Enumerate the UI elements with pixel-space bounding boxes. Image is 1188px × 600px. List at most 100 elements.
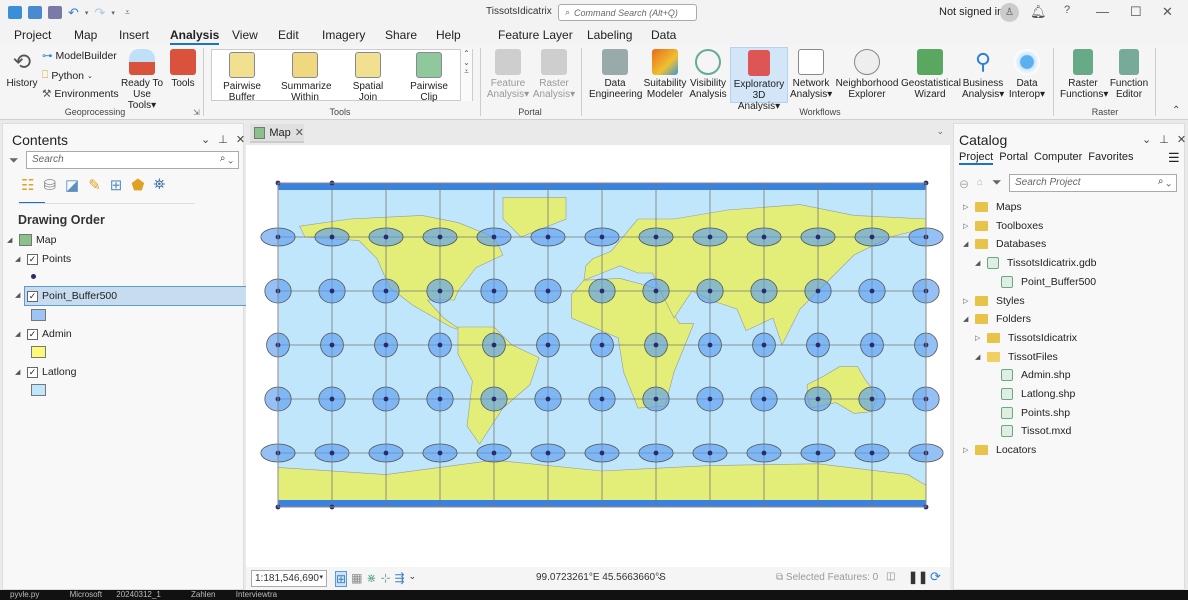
layer-visibility-checkbox[interactable]: ✓ [27, 328, 38, 340]
raster-functions-button[interactable]: Raster Functions▾ [1060, 49, 1108, 100]
home-icon[interactable]: ⌂ [977, 177, 983, 188]
open-project-icon[interactable] [28, 6, 42, 19]
expand-triangle-icon[interactable]: ▷ [963, 297, 971, 305]
labeling-toggle-icon[interactable]: ◫ [886, 571, 895, 582]
tab-help[interactable]: Help [436, 28, 461, 42]
list-by-selection-icon[interactable]: ◪ [65, 176, 79, 194]
function-editor-button[interactable]: Function Editor [1108, 49, 1150, 100]
collapse-triangle-icon[interactable]: ◢ [975, 353, 983, 361]
new-project-icon[interactable] [8, 6, 22, 19]
geostatistical-wizard-button[interactable]: Geostatistical Wizard [901, 49, 961, 100]
catalog-tab-portal[interactable]: Portal [999, 151, 1028, 165]
tab-edit[interactable]: Edit [278, 28, 299, 42]
expand-triangle-icon[interactable]: ◢ [15, 255, 23, 263]
refresh-icon[interactable]: ⟳ [930, 569, 941, 585]
correction-icon[interactable]: ⇶ [395, 571, 405, 587]
expand-triangle-icon[interactable]: ◢ [15, 330, 23, 338]
layer-visibility-checkbox[interactable]: ✓ [27, 290, 38, 302]
gallery-expand-icon[interactable]: ⩡ [461, 67, 472, 77]
close-pane-icon[interactable]: ✕ [1177, 133, 1186, 146]
taskbar-item[interactable]: Interviewtra [236, 590, 277, 599]
pause-drawing-icon[interactable]: ❚❚ [908, 570, 928, 584]
map-node[interactable]: ◢ Map [7, 234, 56, 246]
map-view-tab[interactable]: Map ✕ [250, 124, 304, 143]
environments-button[interactable]: ⚒ Environments [42, 88, 119, 100]
pin-icon[interactable]: ⊥ [218, 133, 228, 146]
catalog-search-input[interactable]: Search Project ⌕ ⌄ [1009, 174, 1177, 192]
layer-visibility-checkbox[interactable]: ✓ [27, 253, 38, 265]
summarize-within-button[interactable]: Summarize Within [281, 52, 332, 103]
spatial-join-button[interactable]: Spatial Join [350, 52, 386, 103]
tab-labeling[interactable]: Labeling [587, 28, 632, 42]
catalog-item[interactable]: ▷ Toolboxes [963, 220, 1043, 232]
pin-icon[interactable]: ⊥ [1159, 133, 1169, 146]
taskbar-item[interactable]: pyvle.py [10, 590, 39, 599]
pairwise-clip-button[interactable]: Pairwise Clip [409, 52, 449, 103]
visibility-analysis-button[interactable]: Visibility Analysis [689, 49, 727, 100]
list-by-perspective-icon[interactable]: ⛯ [153, 176, 165, 194]
filter-icon[interactable]: ⏷ [9, 153, 19, 168]
tab-imagery[interactable]: Imagery [322, 28, 365, 42]
save-project-icon[interactable] [48, 6, 62, 19]
catalog-item[interactable]: ◢ TissotsIdicatrix.gdb [975, 257, 1096, 270]
catalog-item[interactable]: ▷ Styles [963, 295, 1025, 307]
python-button[interactable]: ⎕ Python ⌄ [42, 69, 93, 82]
scale-selector[interactable]: 1:181,546,690 ▾ [251, 570, 327, 587]
catalog-item[interactable]: Points.shp [987, 406, 1070, 419]
modelbuilder-button[interactable]: ⊶ ModelBuilder [42, 50, 117, 62]
collapse-ribbon-icon[interactable]: ⌃ [1172, 105, 1180, 116]
collapse-triangle-icon[interactable]: ◢ [963, 315, 971, 323]
catalog-item[interactable]: Admin.shp [987, 369, 1071, 382]
dialog-launcher-icon[interactable]: ⇲ [193, 108, 200, 117]
collapse-triangle-icon[interactable]: ◢ [975, 259, 983, 267]
catalog-item[interactable]: ▷ Locators [963, 444, 1036, 456]
gallery-up-icon[interactable]: ⌃ [461, 49, 472, 58]
catalog-item[interactable]: Latlong.shp [987, 388, 1075, 400]
catalog-item[interactable]: ▷ TissotsIdicatrix [975, 332, 1077, 344]
gallery-scroll[interactable]: ⌃ ⌄ ⩡ [460, 49, 472, 101]
pairwise-buffer-button[interactable]: Pairwise Buffer [220, 52, 264, 103]
expand-triangle-icon[interactable]: ▷ [963, 203, 971, 211]
network-analysis-button[interactable]: Network Analysis▾ [790, 49, 832, 100]
catalog-menu-icon[interactable]: ☰ [1168, 150, 1180, 166]
undo-dropdown-icon[interactable]: ▾ [85, 9, 89, 17]
expand-triangle-icon[interactable]: ▷ [963, 446, 971, 454]
map-canvas[interactable] [246, 145, 950, 567]
taskbar-item[interactable]: 20240312_1 [116, 590, 161, 599]
list-by-data-source-icon[interactable]: ⛁ [43, 176, 56, 194]
notification-bell-icon[interactable]: 🔔︎ [1030, 4, 1047, 20]
tab-list-icon[interactable]: ⌄ [936, 126, 944, 137]
help-icon[interactable]: ? [1064, 4, 1070, 16]
maximize-button[interactable]: ☐ [1130, 4, 1142, 20]
catalog-tab-favorites[interactable]: Favorites [1088, 151, 1133, 165]
taskbar-item[interactable]: Microsoft [70, 590, 102, 599]
contents-search-input[interactable]: Search ⌕ ⌄ [26, 151, 239, 169]
history-button[interactable]: ⟲ History [6, 49, 38, 89]
catalog-item[interactable]: ◢ Databases [963, 238, 1046, 250]
coordinate-format-dropdown[interactable]: ⌄ [656, 571, 664, 582]
customize-qat-icon[interactable]: ⩡ [125, 7, 130, 18]
snapping-icon[interactable]: ⋇ [366, 571, 376, 587]
layer-visibility-checkbox[interactable]: ✓ [27, 366, 38, 378]
taskbar-item[interactable]: Zahlen [191, 590, 215, 599]
exploratory-3d-analysis-button[interactable]: Exploratory 3D Analysis▾ [730, 47, 788, 112]
data-engineering-button[interactable]: Data Engineering [589, 49, 642, 100]
feature-analysis-button[interactable]: Feature Analysis▾ [486, 49, 530, 100]
catalog-item[interactable]: Tissot.mxd [987, 425, 1071, 438]
redo-dropdown-icon[interactable]: ▾ [111, 9, 115, 17]
filter-icon[interactable]: ⏷ [992, 175, 1002, 190]
expand-triangle-icon[interactable]: ▷ [975, 334, 983, 342]
close-window-button[interactable]: ✕ [1162, 4, 1173, 20]
expand-triangle-icon[interactable]: ▷ [963, 222, 971, 230]
neighborhood-explorer-button[interactable]: Neighborhood Explorer [835, 49, 899, 100]
redo-icon[interactable]: ↷ [94, 5, 105, 21]
undo-icon[interactable]: ↶ [68, 5, 79, 21]
command-search-input[interactable]: ⌕ Command Search (Alt+Q) [558, 4, 697, 21]
suitability-modeler-button[interactable]: Suitability Modeler [643, 49, 687, 100]
constraints-icon[interactable]: ⊹ [380, 571, 390, 587]
catalog-tab-project[interactable]: Project [959, 151, 994, 165]
layer-point-buffer500[interactable]: ✓ Point_Buffer500 [24, 286, 250, 306]
pane-options-icon[interactable]: ⌄ [201, 133, 210, 146]
close-tab-icon[interactable]: ✕ [295, 126, 304, 139]
list-by-labeling-icon[interactable]: ⬟ [131, 176, 144, 194]
